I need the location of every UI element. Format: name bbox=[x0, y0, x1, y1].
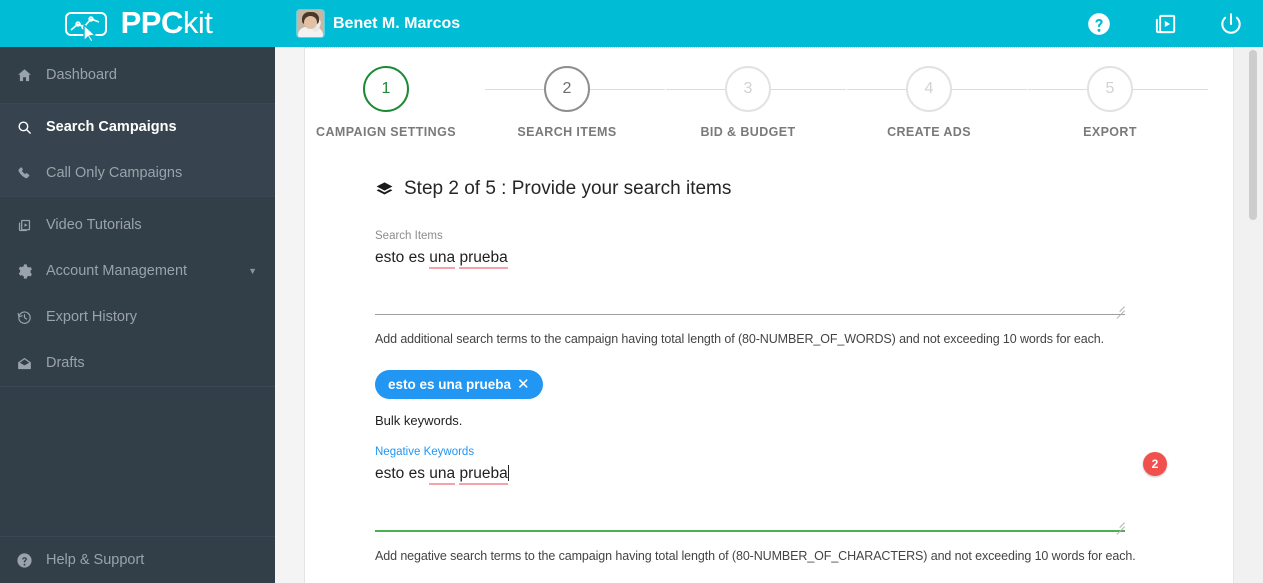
history-icon bbox=[16, 309, 46, 326]
close-icon[interactable]: ✕ bbox=[517, 377, 530, 392]
chevron-down-icon[interactable]: ▼ bbox=[248, 266, 257, 276]
search-items-text-plain: esto es bbox=[375, 249, 430, 266]
wizard-form: Step 2 of 5 : Provide your search items … bbox=[375, 178, 1195, 563]
sidebar-item-label: Video Tutorials bbox=[46, 217, 142, 233]
step-4-create-ads[interactable]: 4 CREATE ADS bbox=[849, 66, 1009, 139]
status-badge[interactable]: 2 bbox=[1143, 452, 1167, 476]
top-bar-actions bbox=[1086, 11, 1263, 37]
search-items-textarea[interactable]: esto es una prueba bbox=[375, 248, 1125, 319]
step-circle[interactable]: 1 bbox=[363, 66, 409, 112]
sidebar-item-account-management[interactable]: Account Management ▼ bbox=[0, 248, 275, 294]
step-label: BID & BUDGET bbox=[700, 125, 796, 139]
brand-bold: PPC bbox=[120, 5, 184, 40]
video-library-icon bbox=[16, 217, 46, 234]
negative-keywords-text-plain: esto es bbox=[375, 465, 430, 482]
bulk-keywords-note: Bulk keywords. bbox=[375, 413, 463, 428]
top-bar: PPCkit Benet M. Marcos bbox=[0, 0, 1263, 47]
mail-icon bbox=[16, 355, 46, 372]
negative-keywords-field: Negative Keywords esto es una prueba 2 A… bbox=[375, 446, 1195, 563]
sidebar-item-export-history[interactable]: Export History bbox=[0, 294, 275, 340]
sidebar-item-help-support[interactable]: Help & Support bbox=[0, 537, 275, 583]
sidebar-item-search-campaigns[interactable]: Search Campaigns bbox=[0, 104, 275, 150]
step-5-export[interactable]: 5 EXPORT bbox=[1030, 66, 1190, 139]
sidebar-item-label: Drafts bbox=[46, 355, 85, 371]
step-circle[interactable]: 5 bbox=[1087, 66, 1133, 112]
misspelled-word: prueba bbox=[459, 249, 508, 269]
misspelled-word: una bbox=[429, 465, 456, 485]
search-items-label: Search Items bbox=[375, 230, 443, 242]
sidebar-item-label: Export History bbox=[46, 309, 138, 325]
search-items-helper: Add additional search terms to the campa… bbox=[375, 332, 1104, 346]
brand-light: kit bbox=[182, 5, 213, 40]
step-circle[interactable]: 2 bbox=[544, 66, 590, 112]
sidebar-item-label: Call Only Campaigns bbox=[46, 165, 183, 181]
negative-keywords-helper: Add negative search terms to the campaig… bbox=[375, 549, 1136, 563]
page-title: Step 2 of 5 : Provide your search items bbox=[375, 178, 1195, 200]
negative-keywords-textarea[interactable]: esto es una prueba 2 bbox=[375, 452, 1167, 535]
page-title-text: Step 2 of 5 : Provide your search items bbox=[404, 178, 732, 199]
search-items-field: Search Items esto es una prueba Add addi… bbox=[375, 230, 1195, 346]
sidebar-item-drafts[interactable]: Drafts bbox=[0, 340, 275, 386]
sidebar-footer: Help & Support bbox=[0, 536, 275, 583]
sidebar: Dashboard Search Campaigns Call Only Cam… bbox=[0, 47, 275, 583]
sidebar-item-dashboard[interactable]: Dashboard bbox=[0, 47, 275, 103]
app-root: PPCkit Benet M. Marcos Dashboard Search … bbox=[0, 0, 1263, 583]
negative-keywords-label: Negative Keywords bbox=[375, 446, 475, 458]
search-items-value: esto es una prueba bbox=[375, 248, 1125, 310]
brand-logo[interactable]: PPCkit bbox=[0, 0, 275, 47]
scrollbar-thumb[interactable] bbox=[1249, 50, 1257, 220]
misspelled-word: una bbox=[429, 249, 456, 269]
sidebar-item-label: Account Management bbox=[46, 263, 188, 279]
negative-keywords-value: esto es una prueba bbox=[375, 464, 1125, 526]
text-cursor bbox=[507, 465, 509, 481]
step-label: CAMPAIGN SETTINGS bbox=[316, 125, 456, 139]
sidebar-item-call-only-campaigns[interactable]: Call Only Campaigns bbox=[0, 150, 275, 196]
misspelled-word: prueba bbox=[459, 465, 508, 485]
sidebar-group-campaigns: Search Campaigns Call Only Campaigns bbox=[0, 104, 275, 197]
home-icon bbox=[16, 67, 46, 84]
step-3-bid-budget[interactable]: 3 BID & BUDGET bbox=[668, 66, 828, 139]
sidebar-group-main: Dashboard bbox=[0, 47, 275, 104]
step-label: EXPORT bbox=[1083, 125, 1137, 139]
step-circle[interactable]: 3 bbox=[725, 66, 771, 112]
user-name: Benet M. Marcos bbox=[333, 14, 461, 32]
wizard-stepper: 1 CAMPAIGN SETTINGS 2 SEARCH ITEMS 3 BID… bbox=[305, 48, 1233, 148]
keyword-chip-label: esto es una prueba bbox=[388, 377, 512, 392]
help-circle-icon bbox=[16, 552, 46, 569]
content-area: 1 CAMPAIGN SETTINGS 2 SEARCH ITEMS 3 BID… bbox=[275, 47, 1263, 583]
sidebar-item-label: Help & Support bbox=[46, 552, 145, 568]
vertical-scrollbar[interactable] bbox=[1233, 47, 1263, 583]
step-label: CREATE ADS bbox=[887, 125, 971, 139]
sidebar-item-video-tutorials[interactable]: Video Tutorials bbox=[0, 202, 275, 248]
gear-icon bbox=[16, 263, 46, 280]
step-1-campaign-settings[interactable]: 1 CAMPAIGN SETTINGS bbox=[306, 66, 466, 139]
keyword-chip[interactable]: esto es una prueba ✕ bbox=[375, 370, 543, 399]
step-circle[interactable]: 4 bbox=[906, 66, 952, 112]
search-icon bbox=[16, 119, 46, 136]
sidebar-item-label: Dashboard bbox=[46, 67, 117, 83]
keyword-chip-list: esto es una prueba ✕ bbox=[375, 370, 1195, 399]
chart-cursor-icon bbox=[63, 10, 115, 43]
power-icon[interactable] bbox=[1218, 11, 1244, 37]
brand-wordmark: PPCkit bbox=[121, 7, 213, 38]
layers-icon bbox=[375, 180, 394, 199]
avatar bbox=[297, 10, 324, 37]
help-icon[interactable] bbox=[1086, 11, 1112, 37]
wizard-card: 1 CAMPAIGN SETTINGS 2 SEARCH ITEMS 3 BID… bbox=[305, 47, 1233, 583]
sidebar-group-tools: Video Tutorials Account Management ▼ Exp… bbox=[0, 202, 275, 387]
content-gutter bbox=[275, 47, 305, 583]
sidebar-item-label: Search Campaigns bbox=[46, 119, 177, 135]
video-library-icon[interactable] bbox=[1152, 11, 1178, 37]
phone-icon bbox=[16, 165, 46, 182]
step-2-search-items[interactable]: 2 SEARCH ITEMS bbox=[487, 66, 647, 139]
step-label: SEARCH ITEMS bbox=[517, 125, 617, 139]
user-menu[interactable]: Benet M. Marcos bbox=[297, 10, 460, 37]
